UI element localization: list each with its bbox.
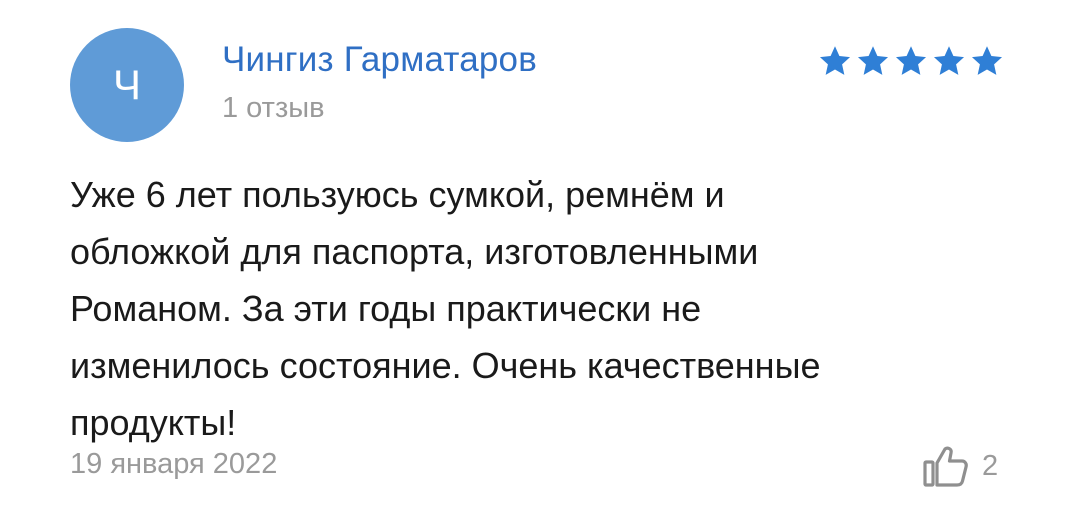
review-text-line: продукты!: [70, 402, 237, 443]
author-review-count: 1 отзыв: [222, 92, 325, 124]
like-count: 2: [982, 449, 999, 482]
review-text-line: Уже 6 лет пользуюсь сумкой, ремнём и: [70, 174, 725, 215]
star-icon: [933, 46, 965, 75]
review-text: Уже 6 лет пользуюсь сумкой, ремнём и обл…: [70, 166, 1030, 451]
review-card: Ч Чингиз Гарматаров 1 отзыв Уже 6 лет по…: [0, 0, 1080, 509]
author-name[interactable]: Чингиз Гарматаров: [222, 40, 537, 80]
like-button[interactable]: 2: [922, 444, 998, 488]
avatar[interactable]: Ч: [70, 28, 184, 142]
star-rating: [818, 44, 1004, 78]
avatar-initial: Ч: [113, 61, 141, 108]
star-icon: [819, 46, 851, 75]
review-text-line: Романом. За эти годы практически не: [70, 288, 702, 329]
thumbs-up-icon: [923, 446, 968, 487]
star-icon: [857, 46, 889, 75]
review-text-line: обложкой для паспорта, изготовленными: [70, 231, 759, 272]
review-date: 19 января 2022: [70, 448, 278, 480]
star-icon: [971, 46, 1003, 75]
review-text-line: изменилось состояние. Очень качественные: [70, 345, 821, 386]
star-icon: [895, 46, 927, 75]
